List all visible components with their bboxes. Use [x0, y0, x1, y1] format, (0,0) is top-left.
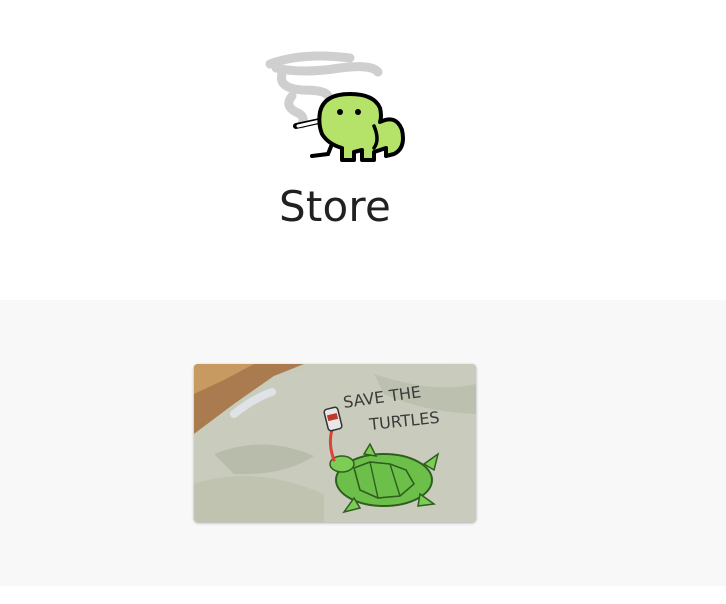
store-header: Store [0, 0, 726, 300]
smoking-frog-icon [262, 44, 412, 166]
page-footer-strip [0, 586, 726, 604]
product-section: SAVE THE TURTLES [0, 300, 726, 586]
save-the-turtles-shirt-photo: SAVE THE TURTLES [194, 364, 476, 522]
page-title: Store [279, 182, 392, 231]
product-card-save-the-turtles[interactable]: SAVE THE TURTLES [194, 364, 476, 522]
